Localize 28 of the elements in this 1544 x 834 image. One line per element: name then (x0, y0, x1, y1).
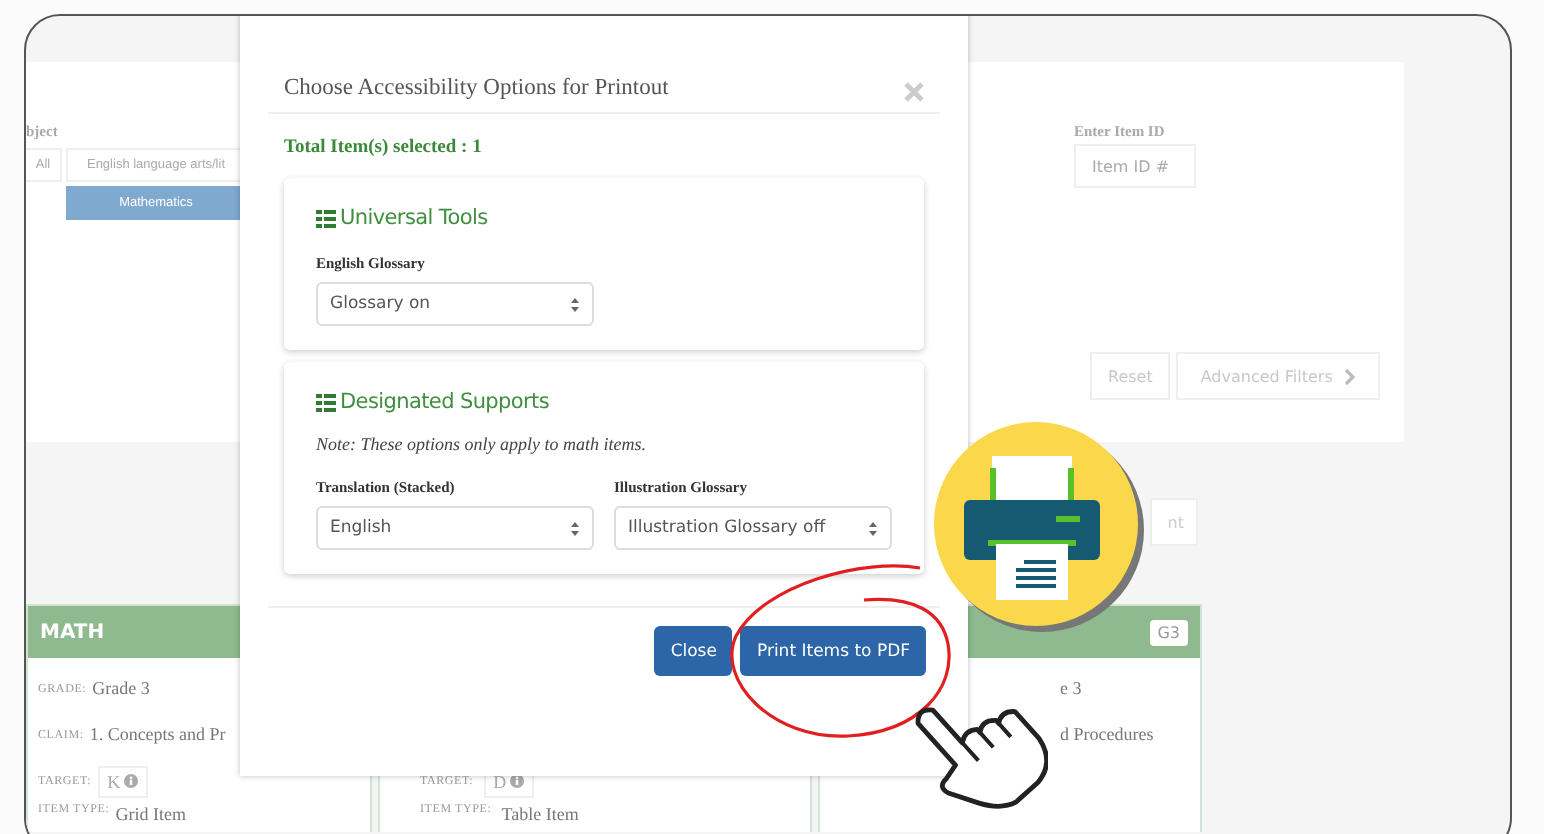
dropdown[interactable]: Illustration Glossary off (614, 506, 892, 550)
sort-arrows-icon (868, 519, 878, 537)
field-value: Grade 3 (92, 678, 150, 700)
section-note: Note: These options only apply to math items. (316, 434, 648, 454)
field-value: Table Item (501, 804, 579, 826)
close-button[interactable]: Close (654, 626, 733, 676)
field-value: 1. Concepts and Pr (89, 724, 226, 746)
grade-badge: G3 (1149, 619, 1188, 645)
print-button[interactable]: Print Items to PDF (740, 626, 926, 676)
field-value: Grid Item (115, 804, 186, 826)
list-icon (316, 209, 336, 227)
field-value: d Procedures (1060, 724, 1154, 746)
section-title: Universal Tools (340, 206, 488, 230)
dropdown[interactable]: Glossary on (316, 282, 594, 326)
sort-arrows-icon (570, 295, 580, 313)
subject-title: MATH (40, 621, 105, 643)
dialog-title: Choose Accessibility Options for Printout (284, 74, 669, 100)
dropdown[interactable]: English (316, 506, 594, 550)
chevron-icon (1344, 367, 1357, 385)
target-tag: K (97, 765, 149, 797)
sort-arrows-icon (570, 519, 580, 537)
close-icon[interactable] (904, 82, 924, 102)
section-title: Designated Supports (340, 390, 550, 414)
item-id-field[interactable]: Item ID # (1074, 144, 1196, 188)
field-value: e 3 (1060, 678, 1082, 700)
list-icon (316, 393, 336, 411)
selection-summary: Total Item(s) selected : 1 (284, 138, 484, 158)
info-icon (124, 774, 139, 788)
